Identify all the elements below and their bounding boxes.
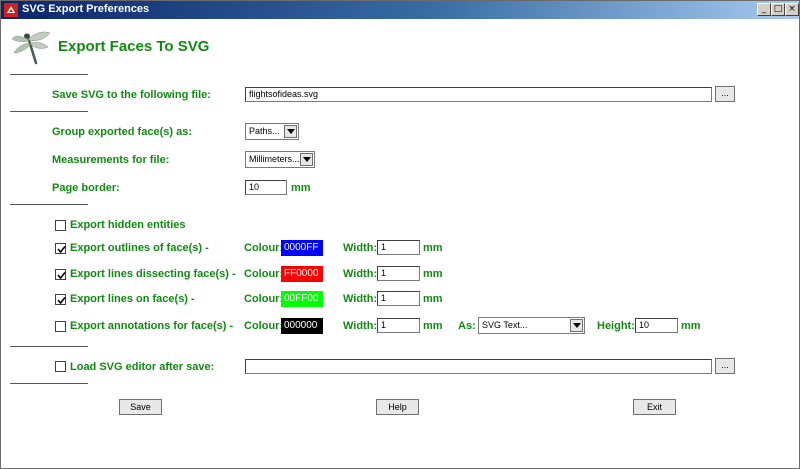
browse-editor-button[interactable]: ... xyxy=(715,358,735,374)
editor-path-input[interactable] xyxy=(245,359,712,374)
title-bar[interactable]: SVG Export Preferences _ □ × xyxy=(1,1,799,19)
chevron-down-icon[interactable] xyxy=(570,319,583,332)
export-outlines-checkbox[interactable] xyxy=(55,243,66,254)
dissect-width-unit: mm xyxy=(423,268,443,280)
section-divider xyxy=(10,204,88,205)
measurements-select-value: Millimeters... xyxy=(249,154,300,164)
restore-button[interactable]: □ xyxy=(771,3,785,16)
export-dissect-label: Export lines dissecting face(s) - xyxy=(70,268,236,280)
outlines-width-unit: mm xyxy=(423,242,443,254)
group-label: Group exported face(s) as: xyxy=(52,126,192,138)
colour-label: Colour: xyxy=(244,293,284,305)
load-editor-checkbox[interactable] xyxy=(55,361,66,372)
export-preferences-window: SVG Export Preferences _ □ × Export Face… xyxy=(0,0,800,469)
chevron-down-icon[interactable] xyxy=(284,125,297,138)
help-button[interactable]: Help xyxy=(376,399,419,415)
annotations-colour-swatch[interactable]: 000000 xyxy=(281,318,323,334)
annotation-height-unit: mm xyxy=(681,320,701,332)
dragonfly-icon xyxy=(11,31,51,65)
checkmark-icon xyxy=(57,271,66,280)
dissect-width-input[interactable]: 1 xyxy=(377,266,420,281)
sketchup-app-icon xyxy=(4,3,18,17)
lines-colour-swatch[interactable]: 00FF00 xyxy=(281,291,323,307)
annotations-width-unit: mm xyxy=(423,320,443,332)
section-divider xyxy=(10,346,88,347)
export-hidden-label: Export hidden entities xyxy=(70,219,186,231)
chevron-down-icon[interactable] xyxy=(300,153,313,166)
save-file-label: Save SVG to the following file: xyxy=(52,89,211,101)
height-label: Height: xyxy=(597,320,635,332)
page-title: Export Faces To SVG xyxy=(58,38,210,55)
colour-label: Colour: xyxy=(244,268,284,280)
dialog-content: Export Faces To SVG Save SVG to the foll… xyxy=(1,19,799,468)
save-file-input[interactable]: flightsofideas.svg xyxy=(245,87,712,102)
width-label: Width: xyxy=(343,293,378,305)
browse-save-file-button[interactable]: ... xyxy=(715,86,735,102)
annotations-width-input[interactable]: 1 xyxy=(377,318,420,333)
lines-width-unit: mm xyxy=(423,293,443,305)
annotation-format-value: SVG Text... xyxy=(482,320,528,330)
group-select-value: Paths... xyxy=(249,126,280,136)
dissect-colour-swatch[interactable]: FF0000 xyxy=(281,266,323,282)
checkmark-icon xyxy=(57,296,66,305)
export-hidden-checkbox[interactable] xyxy=(55,220,66,231)
section-divider xyxy=(10,383,88,384)
minimize-button[interactable]: _ xyxy=(757,3,771,16)
outlines-width-input[interactable]: 1 xyxy=(377,240,420,255)
width-label: Width: xyxy=(343,242,378,254)
width-label: Width: xyxy=(343,268,378,280)
annotation-height-input[interactable]: 10 xyxy=(635,318,678,333)
export-lines-label: Export lines on face(s) - xyxy=(70,293,195,305)
export-dissect-checkbox[interactable] xyxy=(55,269,66,280)
export-annotations-checkbox[interactable] xyxy=(55,321,66,332)
checkmark-icon xyxy=(57,245,66,254)
lines-width-input[interactable]: 1 xyxy=(377,291,420,306)
close-button[interactable]: × xyxy=(785,3,799,16)
measurements-label: Measurements for file: xyxy=(52,154,170,166)
section-divider xyxy=(10,111,88,112)
colour-label: Colour: xyxy=(244,320,284,332)
window-title: SVG Export Preferences xyxy=(22,3,150,15)
page-border-input[interactable]: 10 xyxy=(245,180,287,195)
annotation-format-select[interactable]: SVG Text... xyxy=(478,317,585,334)
export-outlines-label: Export outlines of face(s) - xyxy=(70,242,209,254)
page-border-unit: mm xyxy=(291,182,311,194)
section-divider xyxy=(10,74,88,75)
load-editor-label: Load SVG editor after save: xyxy=(70,361,215,373)
save-button[interactable]: Save xyxy=(119,399,162,415)
colour-label: Colour: xyxy=(244,242,284,254)
group-select[interactable]: Paths... xyxy=(245,123,299,140)
width-label: Width: xyxy=(343,320,378,332)
as-label: As: xyxy=(458,320,476,332)
exit-button[interactable]: Exit xyxy=(633,399,676,415)
export-lines-checkbox[interactable] xyxy=(55,294,66,305)
measurements-select[interactable]: Millimeters... xyxy=(245,151,315,168)
export-annotations-label: Export annotations for face(s) - xyxy=(70,320,234,332)
outlines-colour-swatch[interactable]: 0000FF xyxy=(281,240,323,256)
page-border-label: Page border: xyxy=(52,182,120,194)
